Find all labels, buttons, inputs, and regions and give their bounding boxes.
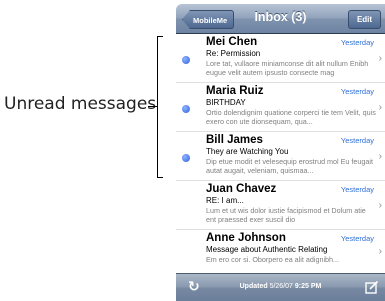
message-list: Mei Chen Yesterday Re: Permission Lore t…	[176, 34, 385, 273]
message-date: Yesterday	[340, 185, 374, 194]
bottom-toolbar: ↻ Updated 5/26/07 9:25 PM	[176, 273, 385, 301]
updated-date: 5/26/07	[269, 283, 293, 290]
edit-button[interactable]: Edit	[348, 10, 381, 29]
message-date: Yesterday	[340, 136, 374, 145]
message-row[interactable]: Maria Ruiz Yesterday BIRTHDAY Ortio dole…	[176, 83, 385, 132]
message-row[interactable]: Anne Johnson Yesterday Message about Aut…	[176, 230, 385, 273]
message-date: Yesterday	[340, 87, 374, 96]
message-row[interactable]: Mei Chen Yesterday Re: Permission Lore t…	[176, 34, 385, 83]
message-sender: Juan Chavez	[206, 183, 277, 195]
updated-time: 9:25 PM	[294, 283, 322, 290]
message-subject: BIRTHDAY	[206, 98, 246, 107]
callout-bracket	[157, 36, 159, 178]
message-sender: Anne Johnson	[206, 232, 286, 244]
unread-dot-icon	[182, 154, 190, 162]
updated-status: Updated 5/26/07 9:25 PM	[176, 283, 385, 290]
message-row[interactable]: Juan Chavez Yesterday RE: I am... Lum et…	[176, 181, 385, 230]
chevron-right-icon: ›	[378, 151, 382, 162]
message-date: Yesterday	[340, 38, 374, 47]
callout-bracket-bottom	[157, 177, 163, 179]
unread-dot-icon	[182, 105, 190, 113]
message-subject: Message about Authentic Relating	[206, 245, 328, 254]
updated-label: Updated	[239, 283, 268, 290]
message-date: Yesterday	[340, 234, 374, 243]
chevron-right-icon: ›	[378, 53, 382, 64]
message-sender: Bill James	[206, 134, 263, 146]
message-subject: They are Watching You	[206, 147, 289, 156]
message-sender: Mei Chen	[206, 36, 258, 48]
compose-icon[interactable]	[365, 280, 379, 294]
navigation-bar: MobileMe Inbox (3) Edit	[176, 4, 385, 34]
mail-screen: MobileMe Inbox (3) Edit Mei Chen Yesterd…	[176, 4, 385, 301]
callout-bracket-top	[157, 36, 163, 38]
chevron-right-icon: ›	[378, 102, 382, 113]
message-sender: Maria Ruiz	[206, 85, 264, 97]
message-subject: RE: I am...	[206, 196, 244, 205]
message-subject: Re: Permission	[206, 49, 261, 58]
message-preview: Lum et ut wis dolor iustie facipismod et…	[206, 206, 366, 224]
message-preview: Dip etue modit et velesequip erostrud mo…	[206, 157, 374, 175]
message-row[interactable]: Bill James Yesterday They are Watching Y…	[176, 132, 385, 181]
unread-dot-icon	[182, 56, 190, 64]
message-preview: Ortio dolendignim quatione corperci tie …	[206, 108, 376, 126]
chevron-right-icon: ›	[378, 246, 382, 257]
message-preview: Lore tat, vullaore miniamconse dit alit …	[206, 59, 369, 77]
unread-messages-callout-label: Unread messages	[4, 94, 157, 114]
chevron-right-icon: ›	[378, 200, 382, 211]
message-preview: Em ero cor si. Oborpero ea alit adignibh…	[206, 255, 340, 264]
